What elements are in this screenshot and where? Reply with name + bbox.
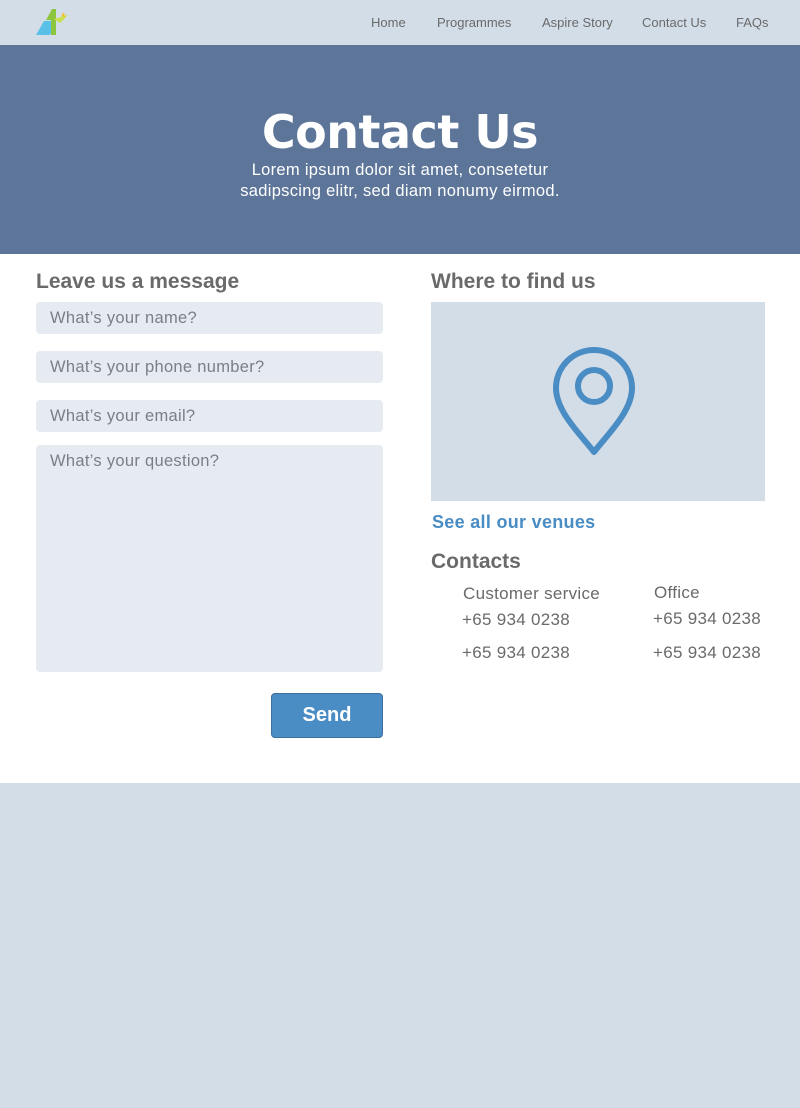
send-button[interactable]: Send [271, 693, 383, 738]
aspire-logo[interactable] [34, 7, 70, 37]
nav-home-link[interactable]: Home [371, 15, 406, 30]
phone-field[interactable] [36, 351, 383, 383]
contacts-heading: Contacts [431, 550, 521, 573]
name-field[interactable] [36, 302, 383, 334]
see-all-venues-link[interactable]: See all our venues [432, 512, 595, 533]
office-phone-2: +65 934 0238 [653, 643, 762, 662]
hero-subtitle: Lorem ipsum dolor sit amet, consetetur s… [200, 160, 600, 202]
top-navbar: Home Programmes Aspire Story Contact Us … [0, 0, 800, 45]
footer-area [0, 783, 800, 1108]
nav-programmes-link[interactable]: Programmes [437, 15, 511, 30]
map-placeholder[interactable] [431, 302, 765, 501]
location-pin-icon [553, 347, 635, 455]
hero-subtitle-line-1: Lorem ipsum dolor sit amet, consetetur [251, 161, 549, 179]
contact-content: Leave us a message Send Where to find us… [0, 254, 800, 783]
hero-subtitle-line-2: sadipscing elitr, sed diam nonumy eirmod… [240, 182, 560, 200]
email-field[interactable] [36, 400, 383, 432]
customer-service-label: Customer service [463, 584, 601, 603]
nav-aspire-story-link[interactable]: Aspire Story [542, 15, 613, 30]
customer-service-phone-2: +65 934 0238 [462, 643, 571, 662]
form-heading: Leave us a message [36, 270, 240, 293]
hero-banner: Contact Us Lorem ipsum dolor sit amet, c… [0, 45, 800, 254]
customer-service-phone-1: +65 934 0238 [462, 610, 571, 629]
page-title: Contact Us [261, 105, 539, 159]
nav-contact-us-link[interactable]: Contact Us [642, 15, 706, 30]
office-label: Office [654, 583, 700, 602]
nav-faqs-link[interactable]: FAQs [736, 15, 769, 30]
office-phone-1: +65 934 0238 [653, 609, 762, 628]
question-field[interactable] [36, 445, 383, 672]
location-heading: Where to find us [431, 270, 596, 293]
